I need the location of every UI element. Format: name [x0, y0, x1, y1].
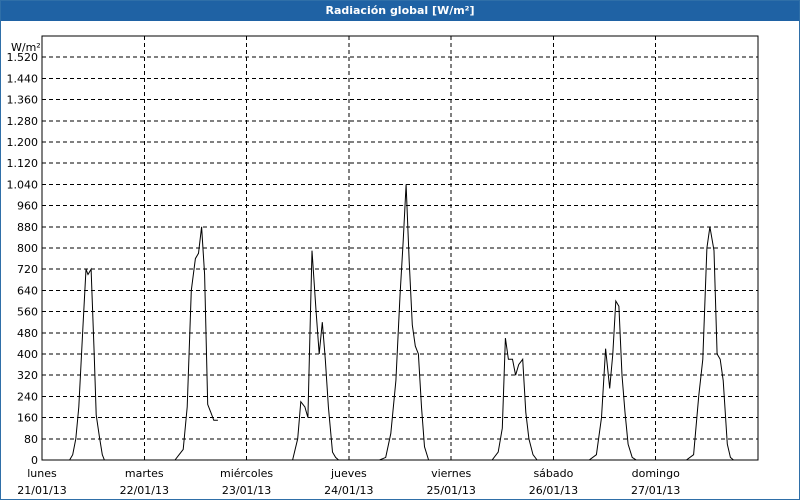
y-tick-label: 720: [17, 263, 38, 276]
y-tick-label: 240: [17, 390, 38, 403]
series-line-day-5: [451, 338, 554, 461]
y-tick-label: 0: [31, 454, 38, 467]
chart-plot-area: W/m² 08016024032040048056064072080088096…: [7, 35, 759, 497]
series-line-day-1: [42, 267, 127, 461]
y-tick-label: 800: [17, 242, 38, 255]
y-tick-label: 1.520: [7, 51, 39, 64]
y-tick-label: 640: [17, 284, 38, 297]
y-tick-label: 1.280: [7, 115, 39, 128]
series-line-day-7: [655, 226, 758, 461]
y-tick-label: 160: [17, 412, 38, 425]
x-tick-label-date: 23/01/13: [222, 484, 271, 497]
x-tick-label-day: martes: [125, 467, 164, 480]
y-tick-label: 80: [24, 433, 38, 446]
x-tick-label-date: 27/01/13: [631, 484, 680, 497]
y-tick-label: 1.440: [7, 72, 39, 85]
y-tick-label: 1.120: [7, 157, 39, 170]
series-line-day-3: [246, 250, 349, 461]
x-tick-label-date: 22/01/13: [120, 484, 169, 497]
x-tick-label-date: 24/01/13: [324, 484, 373, 497]
y-tick-label: 400: [17, 348, 38, 361]
chart-window: Radiación global [W/m²] W/m² 0 80 160 240 32…: [0, 0, 800, 500]
y-tick-label: 880: [17, 221, 38, 234]
x-tick-label-day: miércoles: [220, 467, 273, 480]
x-tick-label-day: sábado: [533, 467, 573, 480]
y-tick-label: 960: [17, 200, 38, 213]
x-tick-label-date: 21/01/13: [17, 484, 66, 497]
series-line-day-6: [553, 299, 656, 461]
x-tick-label-day: domingo: [632, 467, 680, 480]
x-tick-label-day: lunes: [27, 467, 57, 480]
y-tick-label: 1.360: [7, 94, 39, 107]
y-tick-label: 560: [17, 306, 38, 319]
x-tick-label-day: viernes: [431, 467, 471, 480]
x-tick-label-date: 26/01/13: [529, 484, 578, 497]
x-tick-label-day: jueves: [330, 467, 367, 480]
x-tick-label-date: 25/01/13: [426, 484, 475, 497]
y-tick-label: 320: [17, 369, 38, 382]
series-line-day-2: [174, 226, 218, 461]
y-tick-label: 1.200: [7, 136, 39, 149]
y-tick-label: 480: [17, 327, 38, 340]
y-tick-label: 1.040: [7, 178, 39, 191]
series-line-day-4: [348, 184, 452, 461]
